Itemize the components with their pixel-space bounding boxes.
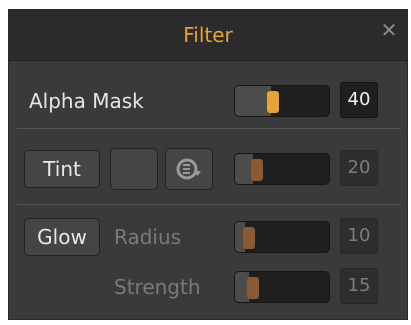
tint-value[interactable]: 20 <box>340 150 378 186</box>
separator <box>17 204 401 205</box>
alpha-mask-slider-fill <box>235 86 271 116</box>
filter-panel: Filter ✕ Alpha Mask 40 Tint 20 Glow Radi… <box>8 9 408 320</box>
tint-slider[interactable] <box>234 153 330 185</box>
tint-color-swatch[interactable] <box>110 148 158 190</box>
radius-label: Radius <box>114 225 182 249</box>
alpha-mask-slider-knob[interactable] <box>267 91 279 113</box>
strength-slider[interactable] <box>234 271 330 303</box>
alpha-mask-value[interactable]: 40 <box>340 82 378 118</box>
glow-button[interactable]: Glow <box>24 218 100 256</box>
radius-slider[interactable] <box>234 221 330 253</box>
alpha-mask-label: Alpha Mask <box>29 89 144 113</box>
separator <box>17 128 401 129</box>
panel-title: Filter <box>183 23 233 47</box>
alpha-mask-slider[interactable] <box>234 85 330 117</box>
close-icon[interactable]: ✕ <box>379 20 399 40</box>
strength-value[interactable]: 15 <box>340 268 378 304</box>
tint-swap-button[interactable] <box>165 148 213 190</box>
title-bar: Filter ✕ <box>9 10 407 61</box>
radius-value[interactable]: 10 <box>340 218 378 254</box>
cycle-arrow-icon <box>176 158 201 180</box>
strength-label: Strength <box>114 275 201 299</box>
tint-button[interactable]: Tint <box>24 150 100 188</box>
radius-slider-knob[interactable] <box>243 227 255 249</box>
strength-slider-knob[interactable] <box>247 277 259 299</box>
tint-slider-knob[interactable] <box>251 159 263 181</box>
